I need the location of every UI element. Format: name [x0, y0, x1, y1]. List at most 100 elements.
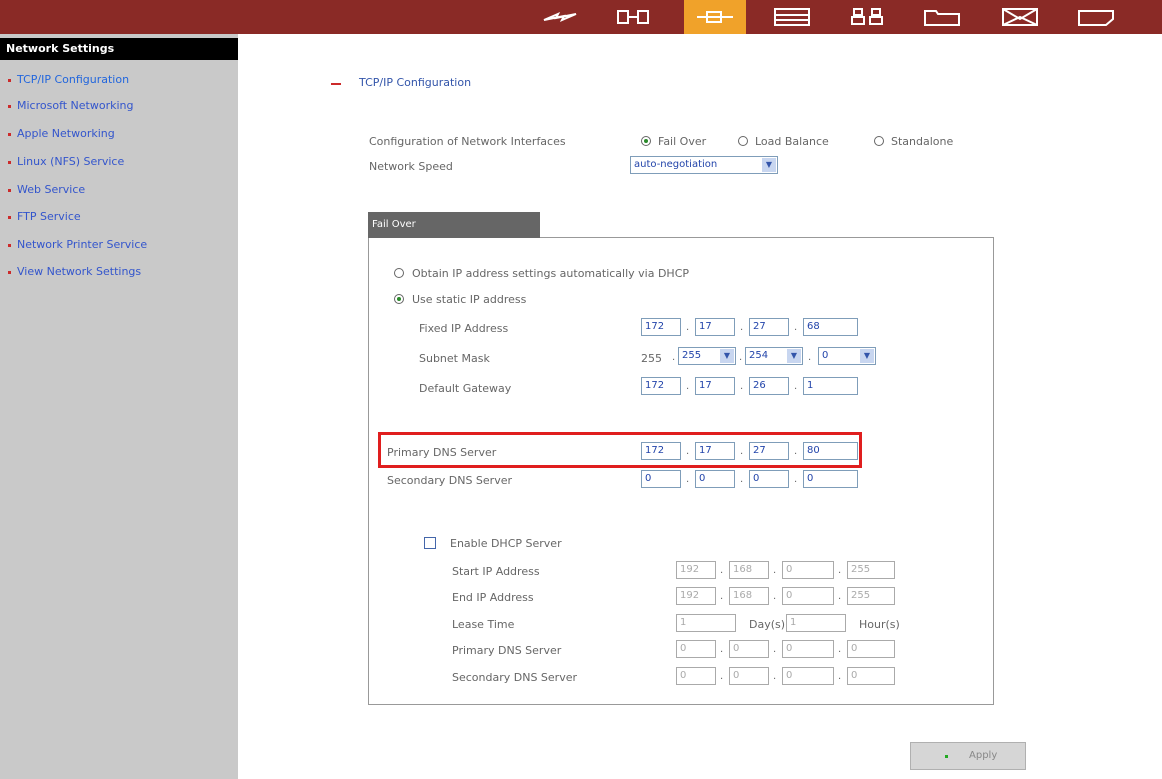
secondary-dns-octet-2[interactable]: 0 [695, 470, 735, 488]
dhcp-primary-dns-octet-2[interactable]: 0 [729, 640, 769, 658]
gateway-octet-4[interactable]: 1 [803, 377, 858, 395]
secondary-dns-octet-1[interactable]: 0 [641, 470, 681, 488]
fixed-ip-octet-2[interactable]: 17 [695, 318, 735, 336]
dhcp-end-octet-3[interactable]: 0 [782, 587, 834, 605]
dhcp-start-octet-3[interactable]: 0 [782, 561, 834, 579]
storage-icon[interactable] [772, 6, 812, 28]
hours-unit: Hour(s) [859, 618, 900, 631]
sidebar [0, 34, 238, 779]
bullet-icon [8, 160, 11, 164]
dhcp-primary-dns-label: Primary DNS Server [452, 644, 562, 657]
chevron-down-icon: ▼ [720, 349, 734, 363]
dhcp-secondary-dns-octet-3[interactable]: 0 [782, 667, 834, 685]
bullet-icon [8, 215, 11, 219]
enable-dhcp-checkbox[interactable] [424, 537, 436, 549]
fixed-ip-label: Fixed IP Address [419, 322, 509, 335]
dhcp-start-octet-1[interactable]: 192 [676, 561, 716, 579]
dhcp-end-octet-1[interactable]: 192 [676, 587, 716, 605]
sidebar-title: Network Settings [0, 38, 238, 60]
tab-failover[interactable]: Fail Over [368, 212, 540, 238]
dhcp-secondary-dns-octet-1[interactable]: 0 [676, 667, 716, 685]
sidebar-item-printer[interactable]: Network Printer Service [8, 238, 147, 251]
primary-dns-label: Primary DNS Server [387, 446, 497, 459]
collapse-icon[interactable] [331, 83, 341, 85]
dhcp-end-octet-2[interactable]: 168 [729, 587, 769, 605]
failover-radio[interactable] [641, 136, 651, 146]
secondary-dns-octet-4[interactable]: 0 [803, 470, 858, 488]
chevron-down-icon: ▼ [860, 349, 874, 363]
bullet-icon [8, 270, 11, 274]
gateway-octet-1[interactable]: 172 [641, 377, 681, 395]
failover-panel [368, 237, 994, 705]
network-icon[interactable] [695, 6, 735, 28]
failover-label: Fail Over [658, 135, 707, 148]
top-navigation-bar [0, 0, 1162, 34]
gateway-octet-3[interactable]: 26 [749, 377, 789, 395]
status-dot-icon [945, 755, 948, 758]
bullet-icon [8, 78, 11, 82]
chevron-down-icon: ▼ [762, 158, 776, 172]
subnet-octet-3-select[interactable]: 254 ▼ [745, 347, 803, 365]
sidebar-item-nfs[interactable]: Linux (NFS) Service [8, 155, 124, 168]
bullet-icon [8, 188, 11, 192]
sidebar-item-tcpip[interactable]: TCP/IP Configuration [8, 73, 129, 86]
section-title: TCP/IP Configuration [359, 76, 472, 89]
disk-icon[interactable] [614, 6, 654, 28]
dhcp-label: Obtain IP address settings automatically… [412, 267, 690, 280]
sidebar-item-microsoft-networking[interactable]: Microsoft Networking [8, 99, 134, 112]
bullet-icon [8, 132, 11, 136]
static-ip-label: Use static IP address [412, 293, 527, 306]
subnet-octet-2-select[interactable]: 255 ▼ [678, 347, 736, 365]
dhcp-end-octet-4[interactable]: 255 [847, 587, 895, 605]
dhcp-secondary-dns-octet-4[interactable]: 0 [847, 667, 895, 685]
dhcp-start-octet-2[interactable]: 168 [729, 561, 769, 579]
subnet-label: Subnet Mask [419, 352, 490, 365]
standalone-label: Standalone [891, 135, 954, 148]
sidebar-item-apple-networking[interactable]: Apple Networking [8, 127, 115, 140]
sidebar-item-web-service[interactable]: Web Service [8, 183, 85, 196]
primary-dns-octet-2[interactable]: 17 [695, 442, 735, 460]
static-ip-radio[interactable] [394, 294, 404, 304]
config-label: Configuration of Network Interfaces [369, 135, 566, 148]
dhcp-start-label: Start IP Address [452, 565, 540, 578]
primary-dns-octet-4[interactable]: 80 [803, 442, 858, 460]
fixed-ip-octet-1[interactable]: 172 [641, 318, 681, 336]
users-icon[interactable] [848, 6, 888, 28]
folder-icon[interactable] [922, 6, 962, 28]
dhcp-secondary-dns-octet-2[interactable]: 0 [729, 667, 769, 685]
mail-icon[interactable] [1000, 6, 1040, 28]
dhcp-primary-dns-octet-4[interactable]: 0 [847, 640, 895, 658]
dhcp-primary-dns-octet-3[interactable]: 0 [782, 640, 834, 658]
speed-label: Network Speed [369, 160, 453, 173]
subnet-prefix: 255 [641, 352, 662, 365]
network-speed-select[interactable]: auto-negotiation ▼ [630, 156, 778, 174]
dhcp-primary-dns-octet-1[interactable]: 0 [676, 640, 716, 658]
backup-icon[interactable] [1076, 6, 1116, 28]
enable-dhcp-label: Enable DHCP Server [450, 537, 562, 550]
standalone-radio[interactable] [874, 136, 884, 146]
gateway-label: Default Gateway [419, 382, 512, 395]
subnet-octet-4-select[interactable]: 0 ▼ [818, 347, 876, 365]
fixed-ip-octet-4[interactable]: 68 [803, 318, 858, 336]
secondary-dns-octet-3[interactable]: 0 [749, 470, 789, 488]
load-balance-radio[interactable] [738, 136, 748, 146]
bullet-icon [8, 243, 11, 247]
primary-dns-octet-3[interactable]: 27 [749, 442, 789, 460]
dhcp-secondary-dns-label: Secondary DNS Server [452, 671, 578, 684]
bullet-icon [8, 104, 11, 108]
lease-days-input[interactable]: 1 [676, 614, 736, 632]
primary-dns-octet-1[interactable]: 172 [641, 442, 681, 460]
lease-time-label: Lease Time [452, 618, 515, 631]
secondary-dns-label: Secondary DNS Server [387, 474, 513, 487]
gateway-octet-2[interactable]: 17 [695, 377, 735, 395]
sidebar-item-view-settings[interactable]: View Network Settings [8, 265, 141, 278]
sidebar-item-ftp[interactable]: FTP Service [8, 210, 81, 223]
load-balance-label: Load Balance [755, 135, 829, 148]
network-wizard-icon[interactable] [540, 6, 580, 28]
apply-button[interactable]: Apply [910, 742, 1026, 770]
lease-hours-input[interactable]: 1 [786, 614, 846, 632]
fixed-ip-octet-3[interactable]: 27 [749, 318, 789, 336]
dhcp-radio[interactable] [394, 268, 404, 278]
chevron-down-icon: ▼ [787, 349, 801, 363]
dhcp-start-octet-4[interactable]: 255 [847, 561, 895, 579]
